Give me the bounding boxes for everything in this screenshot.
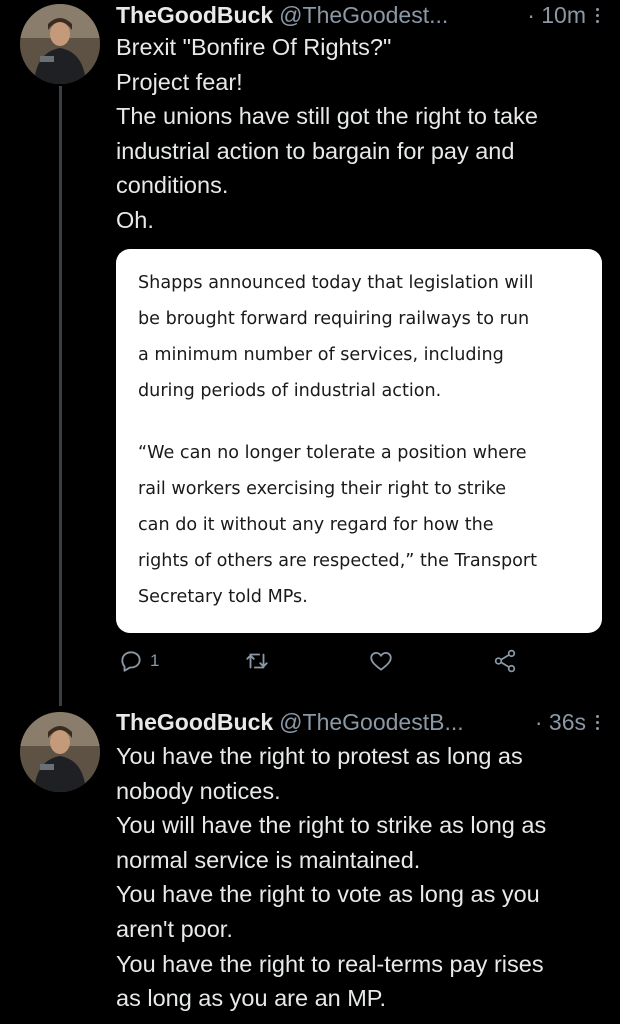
timestamp[interactable]: · 10m — [519, 2, 586, 29]
tweet-line: You have the right to protest as long as — [116, 743, 523, 769]
quote-line: during periods of industrial action. — [138, 381, 442, 401]
user-photo-icon — [20, 4, 100, 84]
tweet-line: nobody notices. — [116, 777, 281, 804]
retweet-button[interactable] — [244, 648, 270, 674]
tweet-header: TheGoodBuck @TheGoodest... · 10m — [116, 0, 600, 30]
quote-line: rail workers exercising their right to s… — [138, 479, 507, 499]
quote-line: a minimum number of services, including — [138, 345, 504, 365]
tweet-line: Project fear! — [116, 68, 243, 95]
tweet-line: The unions have still got the right to t… — [116, 103, 538, 130]
display-name[interactable]: TheGoodBuck — [116, 709, 273, 736]
tweet-header: TheGoodBuck @TheGoodestB... · 36s — [116, 707, 600, 737]
tweet-line: Brexit "Bonfire Of Rights?" — [116, 34, 392, 60]
share-button[interactable] — [492, 648, 518, 674]
tweet-line: as long as you are an MP. — [116, 985, 386, 1012]
like-icon — [370, 651, 392, 671]
reply-icon — [121, 651, 141, 672]
tweet-line: You have the right to real-terms pay ris… — [116, 950, 544, 977]
tweet-line: industrial action to bargain for pay and — [116, 137, 515, 164]
share-icon — [494, 649, 516, 673]
quoted-image[interactable]: Shapps announced today that legislation … — [116, 249, 602, 633]
reply-count: 1 — [150, 651, 160, 670]
quote-paragraph-2: “We can no longer tolerate a position wh… — [138, 435, 592, 615]
reply-button[interactable]: 1 — [118, 648, 159, 674]
tweet-text: Brexit "Bonfire Of Rights?" Project fear… — [116, 30, 606, 238]
tweet-line: You have the right to vote as long as yo… — [116, 881, 540, 908]
tweet-line: Oh. — [116, 206, 154, 233]
display-name[interactable]: TheGoodBuck — [116, 2, 273, 29]
tweet-line: aren't poor. — [116, 915, 233, 942]
quote-line: rights of others are respected,” the Tra… — [138, 551, 538, 571]
quote-line: be brought forward requiring railways to… — [138, 309, 530, 329]
retweet-icon — [246, 653, 268, 669]
avatar[interactable] — [20, 712, 100, 792]
quote-line: Secretary told MPs. — [138, 587, 308, 607]
tweet-line: conditions. — [116, 172, 229, 199]
timestamp[interactable]: · 36s — [527, 709, 586, 736]
like-button[interactable] — [368, 648, 394, 674]
user-handle[interactable]: @TheGoodestB... — [279, 709, 463, 736]
tweet-text: You have the right to protest as long as… — [116, 739, 606, 1016]
more-options-icon[interactable] — [594, 7, 600, 23]
user-handle[interactable]: @TheGoodest... — [279, 2, 448, 29]
tweet-actions: 1 — [116, 648, 526, 678]
avatar[interactable] — [20, 4, 100, 84]
quote-line: “We can no longer tolerate a position wh… — [138, 443, 527, 463]
tweet-line: normal service is maintained. — [116, 846, 421, 873]
user-photo-icon — [20, 712, 100, 792]
tweet-line: You will have the right to strike as lon… — [116, 812, 547, 839]
quote-paragraph-1: Shapps announced today that legislation … — [138, 265, 592, 409]
quote-line: can do it without any regard for how the — [138, 515, 494, 535]
quote-line: Shapps announced today that legislation … — [138, 273, 534, 293]
thread-line — [59, 86, 62, 706]
more-options-icon[interactable] — [594, 714, 600, 730]
